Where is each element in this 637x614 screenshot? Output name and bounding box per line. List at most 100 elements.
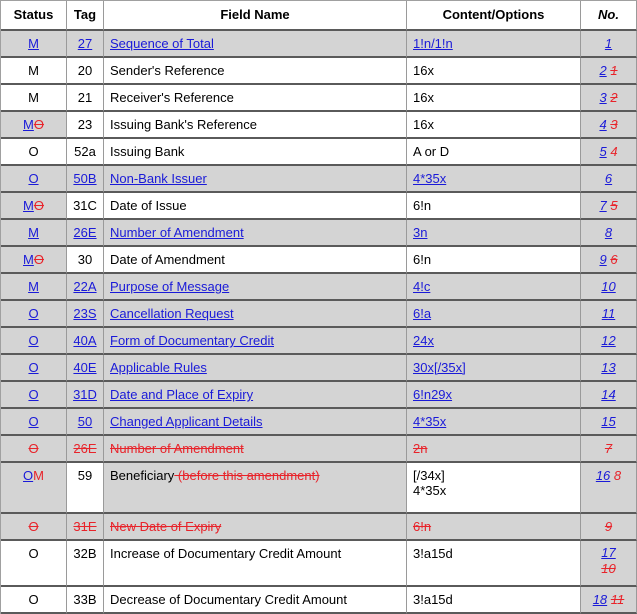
status-link[interactable]: O [28,171,38,186]
table-row: MO 31C Date of Issue 6!n 7 5 [1,193,637,220]
table-row-deleted: O 26E Number of Amendment 2n 7 [1,436,637,463]
old-number: 7 [604,441,613,456]
tag-link[interactable]: 22A [73,279,96,294]
tag-text: 21 [77,90,93,105]
content-link[interactable]: 6!a [413,306,431,321]
number-link[interactable]: 7 [599,198,606,213]
tag-link[interactable]: 27 [78,36,92,51]
content-text: 6!n [413,252,432,267]
status-link[interactable]: O [28,333,38,348]
table-row: M 22A Purpose of Message 4!c 10 [1,274,637,301]
status-link[interactable]: M [28,36,39,51]
field-name-link[interactable]: Cancellation Request [110,306,234,321]
field-name-link[interactable]: Form of Documentary Credit [110,333,274,348]
field-name-link[interactable]: Changed Applicant Details [110,414,263,429]
status-link[interactable]: O [28,360,38,375]
content-text: 3!a15d [413,592,453,607]
field-name-link[interactable]: Applicable Rules [110,360,207,375]
field-name-link[interactable]: Date and Place of Expiry [110,387,253,402]
header-field-name: Field Name [104,1,407,31]
tag-link[interactable]: 26E [73,225,96,240]
number-link[interactable]: 14 [601,387,615,402]
table-row: O 40E Applicable Rules 30x[/35x] 13 [1,355,637,382]
tag-link[interactable]: 23S [73,306,96,321]
old-status: O [28,441,39,456]
table-row: MO 23 Issuing Bank's Reference 16x 4 3 [1,112,637,139]
field-name-text: Receiver's Reference [110,90,234,105]
status-link[interactable]: M [28,225,39,240]
number-link[interactable]: 15 [601,414,615,429]
status-link[interactable]: M [28,279,39,294]
header-tag: Tag [67,1,104,31]
number-link[interactable]: 13 [601,360,615,375]
status-link[interactable]: O [28,306,38,321]
content-link[interactable]: 6!n29x [413,387,452,402]
number-link[interactable]: 6 [605,171,612,186]
status-link[interactable]: O [28,414,38,429]
number-link[interactable]: 2 [599,63,606,78]
table-row: MO 30 Date of Amendment 6!n 9 6 [1,247,637,274]
tag-link[interactable]: 40E [73,360,96,375]
tag-text: 52a [74,144,96,159]
content-link[interactable]: 4*35x [413,171,446,186]
tag-link[interactable]: 50B [73,171,96,186]
status-link[interactable]: M [23,198,34,213]
status-link[interactable]: M [23,117,34,132]
table-row: O 52a Issuing Bank A or D 5 4 [1,139,637,166]
content-link[interactable]: 24x [413,333,434,348]
deleted-content: 2n [413,441,428,456]
field-name-text: Decrease of Documentary Credit Amount [110,592,347,607]
number-link[interactable]: 11 [602,306,616,321]
content-text: 16x [413,117,434,132]
status-link[interactable]: O [23,468,33,483]
number-link[interactable]: 3 [599,90,606,105]
number-link[interactable]: 17 [601,545,615,560]
field-name-text: Increase of Documentary Credit Amount [110,546,342,561]
content-link[interactable]: 4!c [413,279,430,294]
deleted-field-name: New Date of Expiry [110,519,222,534]
tag-text: 59 [77,468,93,483]
status-text: O [28,144,39,159]
table-row: O 50 Changed Applicant Details 4*35x 15 [1,409,637,436]
number-link[interactable]: 1 [605,36,612,51]
number-link[interactable]: 12 [601,333,615,348]
deleted-tag: 26E [73,441,97,456]
field-name-link[interactable]: Number of Amendment [110,225,244,240]
old-number: 10 [601,561,616,576]
tag-link[interactable]: 31D [73,387,97,402]
field-name-text: Sender's Reference [110,63,225,78]
old-status: M [33,468,44,483]
content-text: 16x [413,90,434,105]
content-link[interactable]: 4*35x [413,414,446,429]
number-link[interactable]: 16 [596,468,610,483]
table-header-row: Status Tag Field Name Content/Options No… [1,1,637,31]
tag-link[interactable]: 40A [73,333,96,348]
table-row: M 21 Receiver's Reference 16x 3 2 [1,85,637,112]
table-row: O 50B Non-Bank Issuer 4*35x 6 [1,166,637,193]
number-link[interactable]: 18 [593,592,607,607]
field-name-link[interactable]: Non-Bank Issuer [110,171,207,186]
field-name-text: Issuing Bank [110,144,185,159]
content-link[interactable]: 30x[/35x] [413,360,466,375]
number-link[interactable]: 5 [599,144,606,159]
deleted-content: 6!n [413,519,432,534]
content-link[interactable]: 1!n/1!n [413,36,453,51]
field-name-link[interactable]: Purpose of Message [110,279,229,294]
tag-text: 23 [77,117,93,132]
content-link[interactable]: 3n [413,225,427,240]
number-link[interactable]: 9 [599,252,606,267]
status-link[interactable]: M [23,252,34,267]
table-row: O 31D Date and Place of Expiry 6!n29x 14 [1,382,637,409]
field-name-text: Date of Issue [110,198,187,213]
field-name-link[interactable]: Sequence of Total [110,36,214,51]
tag-text: 31C [73,198,97,213]
deleted-field-name: Number of Amendment [110,441,244,456]
number-link[interactable]: 10 [601,279,615,294]
status-text: O [28,546,39,561]
status-link[interactable]: O [28,387,38,402]
content-line: 4*35x [413,483,447,498]
number-link[interactable]: 4 [599,117,606,132]
tag-link[interactable]: 50 [78,414,92,429]
number-link[interactable]: 8 [605,225,612,240]
header-no: No. [581,1,637,31]
